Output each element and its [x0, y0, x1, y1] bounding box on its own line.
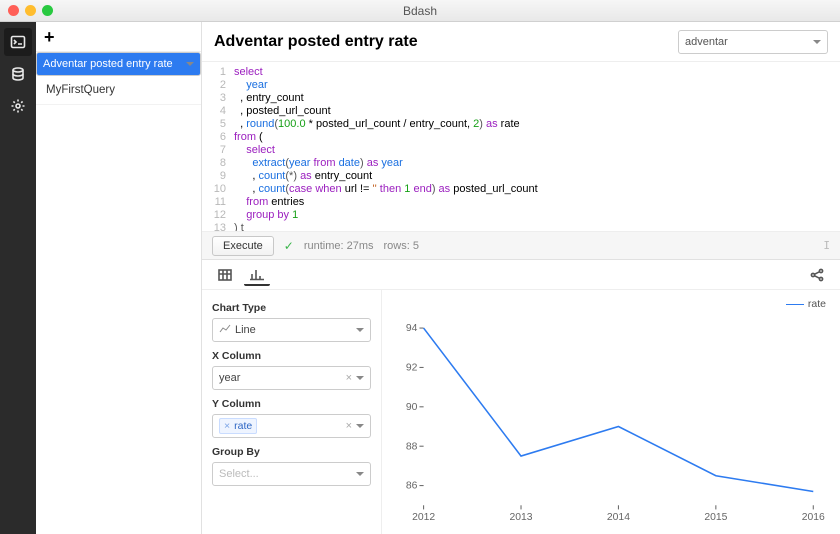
share-icon — [810, 268, 824, 282]
bar-chart-icon — [250, 267, 264, 281]
chart-type-select[interactable]: Line — [212, 318, 371, 342]
editor-code[interactable]: select year , entry_count , posted_url_c… — [230, 62, 840, 231]
chart-area: Chart Type Line X Column year × Y Column… — [202, 290, 840, 534]
gear-icon — [10, 98, 26, 114]
runtime-label: runtime: 27ms — [304, 240, 374, 252]
text-cursor-icon: I — [823, 239, 830, 252]
y-column-select[interactable]: × rate × — [212, 414, 371, 438]
query-title: Adventar posted entry rate — [214, 33, 418, 51]
group-by-select[interactable]: Select... — [212, 462, 371, 486]
legend-label: rate — [808, 298, 826, 310]
clear-x-icon[interactable]: × — [346, 372, 352, 384]
execute-bar: Execute ✓ runtime: 27ms rows: 5 I — [202, 232, 840, 260]
rail-datasources[interactable] — [4, 60, 32, 88]
chart-config: Chart Type Line X Column year × Y Column… — [202, 290, 382, 534]
line-chart-icon — [219, 323, 231, 338]
svg-text:2015: 2015 — [704, 512, 727, 523]
execute-button[interactable]: Execute — [212, 236, 274, 256]
main-pane: Adventar posted entry rate adventar 1 2 … — [202, 22, 840, 534]
view-chart-tab[interactable] — [244, 264, 270, 286]
x-column-select[interactable]: year × — [212, 366, 371, 390]
window-controls — [8, 5, 53, 16]
status-ok-icon: ✓ — [284, 239, 294, 253]
legend-swatch — [786, 304, 804, 305]
rail-queries[interactable] — [4, 28, 32, 56]
query-list-header: + — [36, 22, 201, 52]
query-list-item[interactable]: MyFirstQuery — [36, 76, 201, 105]
svg-text:2013: 2013 — [509, 512, 532, 523]
clear-y-icon[interactable]: × — [346, 420, 352, 432]
svg-text:88: 88 — [406, 441, 418, 452]
svg-text:86: 86 — [406, 481, 418, 492]
x-column-label: X Column — [212, 350, 371, 362]
rail-settings[interactable] — [4, 92, 32, 120]
svg-text:2014: 2014 — [607, 512, 630, 523]
query-list: + Adventar posted entry rateMyFirstQuery — [36, 22, 202, 534]
database-icon — [10, 66, 26, 82]
datasource-select[interactable]: adventar — [678, 30, 828, 54]
chart-type-label: Chart Type — [212, 302, 371, 314]
rows-label: rows: 5 — [384, 240, 419, 252]
window-title: Bdash — [0, 4, 840, 18]
terminal-icon — [10, 34, 26, 50]
svg-text:92: 92 — [406, 363, 418, 374]
minimize-window-button[interactable] — [25, 5, 36, 16]
sql-editor[interactable]: 1 2 3 4 5 6 7 8 9 10 11 12 13 14 select … — [202, 62, 840, 232]
view-table-tab[interactable] — [212, 264, 238, 286]
result-view-tabs — [202, 260, 840, 290]
chart-svg: 86 88 90 92 94 2012 2013 2014 2015 2016 — [386, 298, 826, 526]
svg-text:2016: 2016 — [802, 512, 825, 523]
chart-legend: rate — [786, 298, 826, 310]
close-window-button[interactable] — [8, 5, 19, 16]
svg-text:90: 90 — [406, 402, 418, 413]
editor-gutter: 1 2 3 4 5 6 7 8 9 10 11 12 13 14 — [202, 62, 230, 231]
maximize-window-button[interactable] — [42, 5, 53, 16]
y-column-label: Y Column — [212, 398, 371, 410]
window-titlebar: Bdash — [0, 0, 840, 22]
left-rail — [0, 22, 36, 534]
main-header: Adventar posted entry rate adventar — [202, 22, 840, 62]
remove-tag-icon[interactable]: × — [224, 420, 230, 432]
svg-text:94: 94 — [406, 323, 418, 334]
share-button[interactable] — [804, 264, 830, 286]
table-icon — [218, 268, 232, 282]
add-query-button[interactable]: + — [44, 28, 55, 46]
query-list-item[interactable]: Adventar posted entry rate — [36, 52, 201, 76]
chart-canvas: rate 86 88 90 92 94 2012 2013 2014 2015 2016 — [382, 290, 840, 534]
y-column-tag[interactable]: × rate — [219, 418, 257, 434]
svg-text:2012: 2012 — [412, 512, 435, 523]
group-by-label: Group By — [212, 446, 371, 458]
